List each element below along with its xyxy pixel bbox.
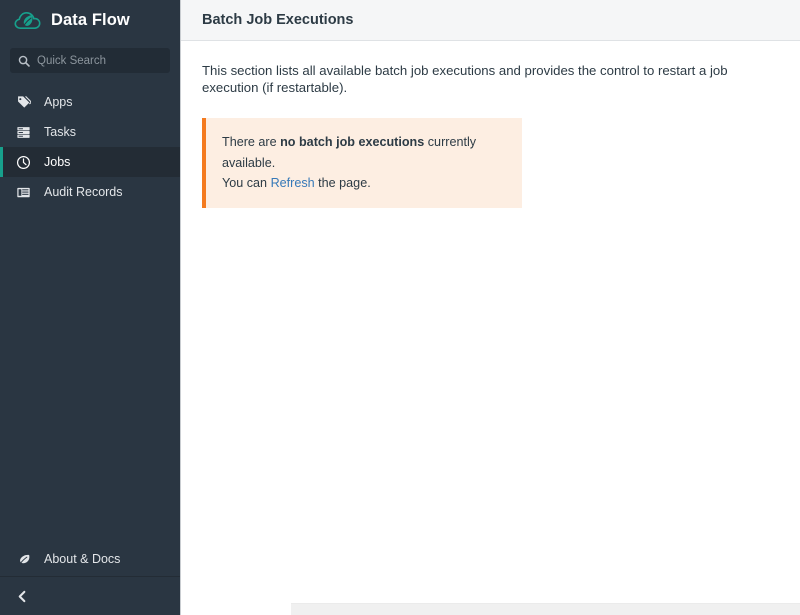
page-title: Batch Job Executions	[202, 11, 354, 28]
horizontal-scrollbar-thumb[interactable]	[291, 603, 800, 615]
alert-line-2: You can Refresh the page.	[222, 173, 506, 193]
clock-icon	[16, 155, 31, 170]
sidebar-item-about-docs[interactable]: About & Docs	[0, 542, 180, 577]
main-content: Batch Job Executions This section lists …	[181, 0, 800, 615]
brand[interactable]: Data Flow	[0, 0, 180, 41]
page-header: Batch Job Executions	[181, 0, 800, 41]
about-docs-label: About & Docs	[44, 551, 121, 566]
sidebar-item-audit-records[interactable]: Audit Records	[0, 177, 180, 207]
quick-search-box[interactable]	[10, 48, 170, 73]
alert-text-suffix-2: the page.	[314, 176, 371, 191]
sidebar-item-jobs[interactable]: Jobs	[0, 147, 180, 177]
page-description: This section lists all available batch j…	[202, 63, 728, 96]
sidebar-collapse-button[interactable]	[0, 577, 180, 615]
horizontal-scrollbar-track[interactable]	[181, 602, 800, 615]
sidebar-item-label: Tasks	[44, 124, 76, 139]
sidebar-item-label: Audit Records	[44, 184, 123, 199]
tag-icon	[16, 95, 31, 110]
sidebar: Data Flow Quick Search Apps Tasks Jobs A…	[0, 0, 181, 615]
content-area: This section lists all available batch j…	[181, 41, 800, 615]
sidebar-item-label: Jobs	[44, 154, 71, 169]
alert-line-1: There are no batch job executions curren…	[222, 132, 506, 173]
cloud-leaf-logo-icon	[14, 9, 42, 33]
sidebar-item-apps[interactable]: Apps	[0, 87, 180, 117]
leaf-icon	[16, 552, 31, 567]
brand-title: Data Flow	[51, 11, 130, 30]
list-table-icon	[16, 185, 31, 200]
alert-text-strong: no batch job executions	[280, 135, 425, 150]
chevron-left-icon	[16, 590, 29, 603]
sidebar-item-label: Apps	[44, 94, 73, 109]
app-root: Data Flow Quick Search Apps Tasks Jobs A…	[0, 0, 800, 615]
sidebar-nav: Apps Tasks Jobs Audit Records	[0, 87, 180, 207]
refresh-link[interactable]: Refresh	[271, 176, 315, 190]
search-container	[0, 41, 180, 73]
search-input[interactable]	[37, 52, 162, 69]
search-icon	[18, 55, 30, 67]
server-stack-icon	[16, 125, 31, 140]
alert-text-prefix: There are	[222, 135, 281, 150]
alert-text-prefix-2: You can	[222, 176, 271, 191]
sidebar-item-tasks[interactable]: Tasks	[0, 117, 180, 147]
empty-state-alert: There are no batch job executions curren…	[202, 118, 522, 209]
